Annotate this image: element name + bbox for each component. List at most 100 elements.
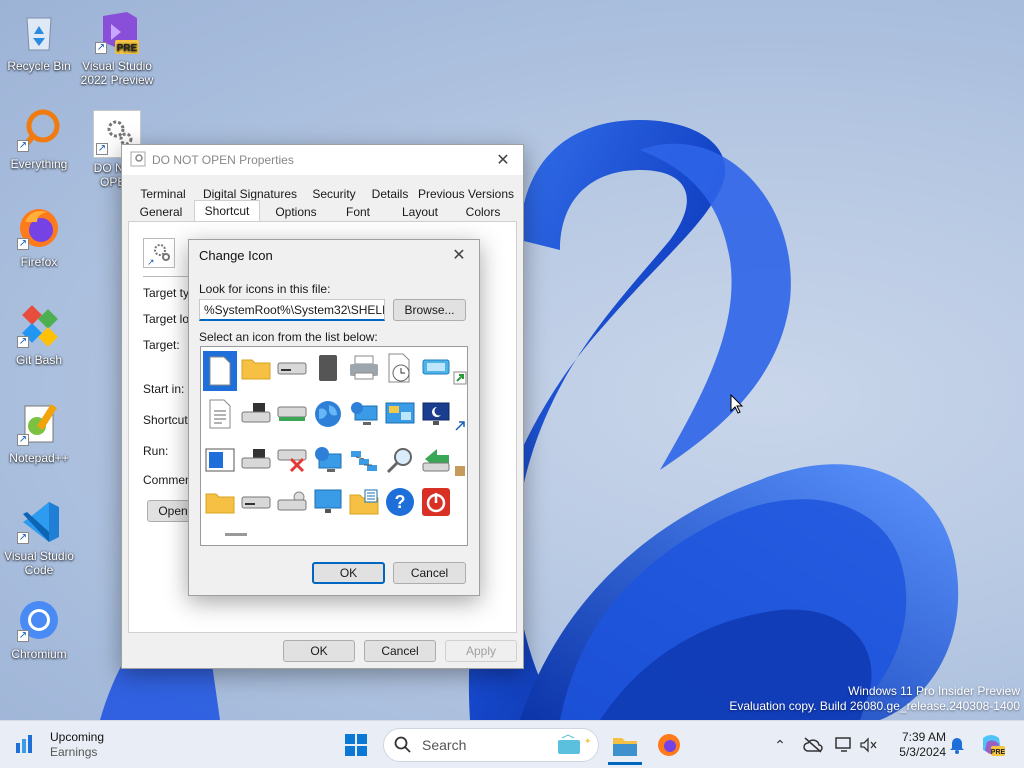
- shortcut-arrow-icon: ↗: [17, 532, 29, 544]
- svg-text:?: ?: [395, 492, 406, 512]
- tab-shortcut[interactable]: Shortcut: [194, 200, 260, 221]
- close-icon[interactable]: ✕: [483, 145, 523, 175]
- window-app-icon[interactable]: [203, 443, 237, 477]
- look-for-icons-label: Look for icons in this file:: [199, 282, 331, 296]
- desktop-icon-label: Git Bash: [15, 353, 63, 367]
- globe-monitor-icon[interactable]: [311, 443, 345, 477]
- desktop-icon-everything[interactable]: ↗ Everything: [0, 106, 78, 171]
- memory-card-icon[interactable]: [311, 351, 345, 385]
- cd-drive-icon[interactable]: [275, 485, 309, 519]
- shortcut-arrow-icon: ↗: [95, 42, 107, 54]
- shortcut-arrow-icon[interactable]: [451, 361, 467, 395]
- change-icon-cancel-button[interactable]: Cancel: [393, 562, 466, 584]
- tab-security[interactable]: Security: [302, 185, 366, 203]
- network-drive-icon[interactable]: [419, 443, 453, 477]
- search-placeholder: Search: [422, 737, 467, 753]
- folder-apps-icon[interactable]: [347, 485, 381, 519]
- network-icon[interactable]: [347, 443, 381, 477]
- recycle-bin-icon: [15, 8, 63, 56]
- taskbar-search[interactable]: Search ✦: [383, 728, 599, 762]
- git-bash-icon: ↗: [15, 302, 63, 350]
- file-explorer-icon: [613, 737, 637, 756]
- recent-documents-icon[interactable]: [383, 351, 417, 385]
- everything-search-icon: ↗: [15, 106, 63, 154]
- floppy-drive-2-icon[interactable]: [239, 443, 273, 477]
- desktop-icon-visual-studio-preview[interactable]: PRE ↗ Visual Studio 2022 Preview: [78, 8, 156, 87]
- clock[interactable]: 7:39 AM 5/3/2024: [886, 729, 946, 761]
- cloud-offline-icon[interactable]: [802, 729, 824, 761]
- tab-terminal[interactable]: Terminal: [128, 185, 198, 203]
- drive-icon[interactable]: [275, 351, 309, 385]
- properties-tabs-row2: General Shortcut Options Font Layout Col…: [128, 200, 510, 221]
- floppy-drive-icon[interactable]: [239, 397, 273, 431]
- archive-icon[interactable]: [451, 453, 467, 487]
- monitor-window-icon[interactable]: [419, 351, 453, 385]
- desktop-icon-label: Visual Studio 2022 Preview: [80, 59, 154, 87]
- tab-layout[interactable]: Layout: [384, 203, 456, 221]
- widgets-button[interactable]: Upcoming Earnings: [14, 729, 164, 761]
- partial-icon[interactable]: [219, 525, 253, 545]
- close-icon[interactable]: ✕: [439, 240, 479, 270]
- desktop-icon-recycle-bin[interactable]: Recycle Bin: [0, 8, 78, 73]
- drive-disconnected-icon[interactable]: [275, 443, 309, 477]
- blank-document-icon[interactable]: [203, 351, 237, 391]
- sleep-monitor-icon[interactable]: [419, 397, 453, 431]
- watermark-line-2: Evaluation copy. Build 26080.ge_release.…: [729, 699, 1020, 713]
- power-icon[interactable]: [419, 485, 453, 519]
- control-panel-icon[interactable]: [383, 397, 417, 431]
- desktop-icon-chromium[interactable]: ↗ Chromium: [0, 596, 78, 661]
- text-document-icon[interactable]: [203, 397, 237, 431]
- drive-green-icon[interactable]: [275, 397, 309, 431]
- notifications-bell-icon[interactable]: [948, 729, 966, 761]
- file-explorer-taskbar-button[interactable]: [608, 729, 642, 765]
- start-button[interactable]: [340, 729, 372, 761]
- shortcut-arrow-icon: ↗: [17, 434, 29, 446]
- tab-options[interactable]: Options: [260, 203, 332, 221]
- properties-ok-button[interactable]: OK: [283, 640, 355, 662]
- clock-date: 5/3/2024: [899, 745, 946, 759]
- network-monitor-icon[interactable]: [834, 729, 854, 761]
- shortcut-arrow-icon: ↗: [17, 140, 29, 152]
- widget-title: Upcoming: [50, 730, 105, 744]
- magnifier-icon[interactable]: [383, 443, 417, 477]
- start-in-label: Start in:: [143, 382, 185, 396]
- drive-2-icon[interactable]: [239, 485, 273, 519]
- folder-2-icon[interactable]: [203, 485, 237, 519]
- desktop-icon-label: Recycle Bin: [7, 59, 71, 73]
- desktop-icon-firefox[interactable]: ↗ Firefox: [0, 204, 78, 269]
- desktop-icon-vscode[interactable]: ↗ Visual Studio Code: [0, 498, 78, 577]
- shortcut-arrow-small-icon[interactable]: [451, 409, 467, 443]
- folder-icon[interactable]: [239, 351, 273, 385]
- icon-list[interactable]: ?: [200, 346, 468, 546]
- search-highlight-icon: ✦: [558, 734, 592, 754]
- target-label: Target:: [143, 338, 180, 352]
- icon-file-path-input[interactable]: %SystemRoot%\System32\SHELL32: [199, 299, 385, 321]
- properties-apply-button[interactable]: Apply: [445, 640, 517, 662]
- desktop-icon-notepadpp[interactable]: ↗ Notepad++: [0, 400, 78, 465]
- properties-cancel-button[interactable]: Cancel: [364, 640, 436, 662]
- properties-tabs-row1: Terminal Digital Signatures Security Det…: [128, 185, 518, 203]
- browse-button[interactable]: Browse...: [393, 299, 466, 321]
- tab-font[interactable]: Font: [332, 203, 384, 221]
- tab-colors[interactable]: Colors: [456, 203, 510, 221]
- printer-icon[interactable]: [347, 351, 381, 385]
- firefox-taskbar-button[interactable]: [652, 729, 686, 761]
- globe-icon[interactable]: [311, 397, 345, 431]
- tab-details[interactable]: Details: [366, 185, 414, 203]
- network-computer-icon[interactable]: [347, 397, 381, 431]
- volume-muted-icon[interactable]: [858, 729, 878, 761]
- shortcut-gear-icon: [130, 151, 146, 170]
- copilot-icon[interactable]: PRE: [978, 729, 1006, 761]
- help-icon[interactable]: ?: [383, 485, 417, 519]
- search-icon: [394, 736, 411, 753]
- chevron-up-icon[interactable]: ⌃: [770, 729, 790, 761]
- shortcut-arrow-icon: ↗: [17, 630, 29, 642]
- monitor-icon[interactable]: [311, 485, 345, 519]
- notepadpp-icon: ↗: [15, 400, 63, 448]
- desktop-icon-label: Everything: [10, 157, 68, 171]
- tab-previous-versions[interactable]: Previous Versions: [414, 185, 518, 203]
- tab-general[interactable]: General: [128, 203, 194, 221]
- desktop-icon-git-bash[interactable]: ↗ Git Bash: [0, 302, 78, 367]
- change-icon-ok-button[interactable]: OK: [312, 562, 385, 584]
- desktop-icon-label: Chromium: [11, 647, 67, 661]
